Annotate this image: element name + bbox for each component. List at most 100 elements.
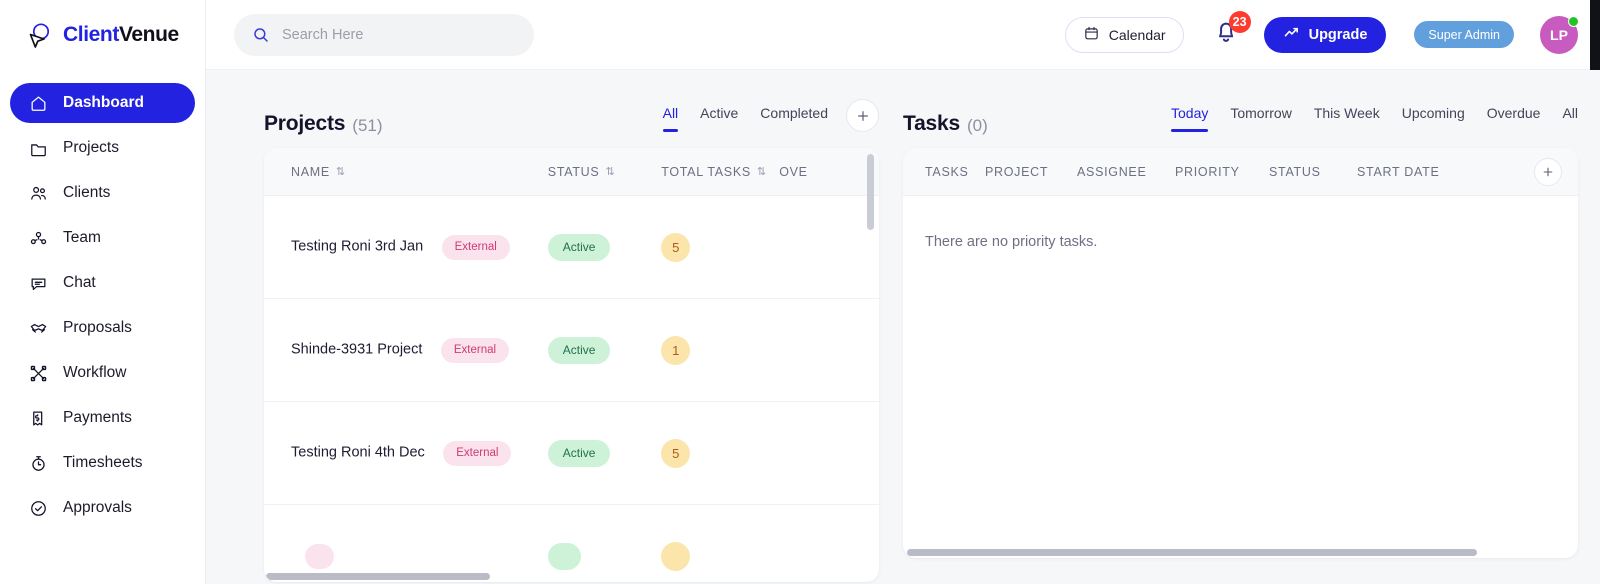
total-tasks-bubble: 1 [661,335,691,365]
page-vertical-scrollbar-thumb[interactable] [1590,0,1600,70]
total-tasks-bubble: 5 [661,232,691,262]
sidebar-item-payments[interactable]: Payments [10,398,195,438]
column-header-priority[interactable]: PRIORITY [1175,165,1269,179]
projects-panel-header: Projects (51) All Active Completed [264,70,879,148]
project-name: Testing Roni 3rd Jan [291,238,424,254]
tab-completed[interactable]: Completed [760,105,828,133]
role-badge[interactable]: Super Admin [1414,21,1514,48]
users-icon [28,183,48,203]
sort-icon[interactable]: ⇅ [605,165,615,178]
tasks-table-header: TASKS PROJECT ASSIGNEE PRIORITY STATUS S… [903,148,1578,196]
stopwatch-icon [28,453,48,473]
projects-tabs: All Active Completed [662,105,828,136]
tab-all[interactable]: All [1562,105,1578,133]
add-task-button[interactable] [1534,157,1562,186]
search-box[interactable] [234,13,534,56]
calendar-button[interactable]: Calendar [1064,16,1184,53]
app-logo[interactable]: ClientVenue [0,0,205,70]
tab-upcoming[interactable]: Upcoming [1402,105,1465,133]
plus-icon [857,110,868,121]
search-icon [252,26,270,44]
column-header-overdue[interactable]: OVE [779,165,879,179]
role-badge-label: Super Admin [1428,27,1500,42]
logo-text: ClientVenue [63,23,179,47]
sidebar-item-label: Team [63,229,101,247]
dashboard-content: Projects (51) All Active Completed NAME … [206,70,1600,584]
project-name-cell: Shinde-3931 Project External [264,337,548,363]
sidebar-item-chat[interactable]: Chat [10,263,195,303]
calendar-button-label: Calendar [1108,26,1166,43]
column-label: START DATE [1357,164,1440,179]
tab-this-week[interactable]: This Week [1314,105,1380,133]
home-icon [28,93,48,113]
sidebar-item-projects[interactable]: Projects [10,128,195,168]
projects-count: (51) [352,116,383,135]
project-name-cell [264,543,548,569]
total-tasks-bubble: 5 [661,438,691,468]
sidebar-item-dashboard[interactable]: Dashboard [10,83,195,123]
plus-icon [1543,167,1553,176]
sidebar: ClientVenue Dashboard Projects Clients T… [0,0,206,584]
logo-text-second: Venue [118,23,179,46]
sidebar-item-label: Approvals [63,499,132,517]
project-status-cell: Active [547,439,661,467]
sidebar-item-timesheets[interactable]: Timesheets [10,443,195,483]
bell-icon [1212,22,1240,50]
column-header-assignee[interactable]: ASSIGNEE [1077,165,1175,179]
sort-icon[interactable]: ⇅ [336,165,346,178]
add-project-button[interactable] [846,99,879,132]
tab-all[interactable]: All [662,105,678,133]
upgrade-button[interactable]: Upgrade [1263,16,1387,53]
sort-icon[interactable]: ⇅ [757,165,767,178]
column-header-project[interactable]: PROJECT [985,165,1077,179]
tasks-count: (0) [967,116,988,135]
table-row[interactable]: Shinde-3931 Project External Active 1 [264,299,879,402]
table-row[interactable]: Testing Roni 4th Dec External Active 5 [264,402,879,505]
payments-icon [28,408,48,428]
status-badge: Active [547,439,611,467]
table-row[interactable]: Testing Roni 3rd Jan External Active 5 [264,196,879,299]
online-status-dot [1568,15,1579,27]
column-label: STATUS [1269,164,1321,179]
column-header-tasks[interactable]: TASKS [903,165,985,179]
sidebar-item-label: Clients [63,184,111,202]
avatar[interactable]: LP [1540,15,1579,54]
column-header-total-tasks[interactable]: TOTAL TASKS ⇅ [661,165,779,179]
team-icon [28,228,48,248]
project-tag-badge: External [441,234,510,260]
total-tasks-bubble [661,541,691,571]
tab-overdue[interactable]: Overdue [1487,105,1541,133]
cursor-circle-logo-icon [24,20,54,50]
sidebar-item-clients[interactable]: Clients [10,173,195,213]
column-header-status[interactable]: STATUS ⇅ [548,165,661,179]
tab-active[interactable]: Active [700,105,738,133]
project-name: Shinde-3931 Project [291,341,423,357]
sidebar-item-label: Proposals [63,319,132,337]
sidebar-item-approvals[interactable]: Approvals [10,488,195,528]
sidebar-item-workflow[interactable]: Workflow [10,353,195,393]
sidebar-item-team[interactable]: Team [10,218,195,258]
projects-horizontal-scrollbar[interactable] [266,573,490,580]
projects-vertical-scrollbar[interactable] [867,150,877,580]
tasks-add-cell [1467,157,1578,186]
search-input[interactable] [282,26,516,43]
notification-count-badge: 23 [1228,10,1251,33]
logo-text-first: Client [63,23,119,46]
tasks-horizontal-scrollbar[interactable] [907,549,1477,556]
column-header-start-date[interactable]: START DATE [1357,165,1467,179]
sidebar-item-proposals[interactable]: Proposals [10,308,195,348]
column-header-name[interactable]: NAME ⇅ [264,165,548,179]
tab-tomorrow[interactable]: Tomorrow [1230,105,1291,133]
column-header-status[interactable]: STATUS [1269,165,1357,179]
table-row[interactable] [264,505,879,582]
project-total-tasks-cell: 5 [661,232,779,262]
scrollbar-thumb[interactable] [867,154,874,230]
project-status-cell [547,542,661,570]
project-status-cell: Active [547,336,661,364]
tab-today[interactable]: Today [1171,105,1209,133]
project-name-cell: Testing Roni 3rd Jan External [264,234,548,260]
column-label: TOTAL TASKS [661,164,751,179]
check-circle-icon [28,498,48,518]
notifications-button[interactable]: 23 [1212,10,1251,54]
project-total-tasks-cell: 5 [661,438,779,468]
